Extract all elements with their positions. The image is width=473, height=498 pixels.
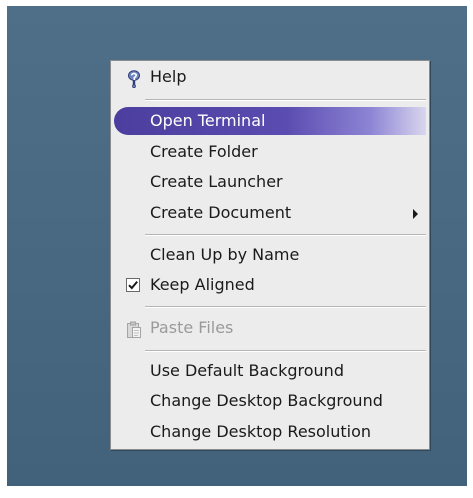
menu-item-create-launcher-label: Create Launcher <box>150 172 283 191</box>
checkbox-checked-icon[interactable] <box>126 277 142 293</box>
submenu-arrow-icon <box>413 209 418 219</box>
menu-item-use-default-background-label: Use Default Background <box>150 361 344 380</box>
menu-item-create-document[interactable]: Create Document <box>114 199 426 227</box>
menu-separator <box>145 99 426 101</box>
menu-item-help[interactable]: Help <box>114 63 426 91</box>
menu-item-create-folder-label: Create Folder <box>150 142 258 161</box>
paste-icon <box>126 320 142 338</box>
menu-item-paste-files-label: Paste Files <box>150 318 234 337</box>
menu-item-keep-aligned[interactable]: Keep Aligned <box>114 271 426 299</box>
menu-item-create-launcher[interactable]: Create Launcher <box>114 168 426 196</box>
menu-item-clean-up-by-name[interactable]: Clean Up by Name <box>114 241 426 269</box>
help-icon <box>126 69 142 89</box>
menu-item-change-desktop-background[interactable]: Change Desktop Background <box>114 387 426 415</box>
menu-item-change-desktop-background-label: Change Desktop Background <box>150 391 383 410</box>
menu-item-open-terminal[interactable]: Open Terminal <box>114 107 426 135</box>
menu-separator <box>145 350 426 352</box>
desktop-context-menu: Help Open Terminal Create Folder Create … <box>110 60 430 450</box>
menu-separator <box>145 234 426 236</box>
menu-item-help-label: Help <box>150 67 187 86</box>
menu-item-create-folder[interactable]: Create Folder <box>114 138 426 166</box>
menu-item-paste-files[interactable]: Paste Files <box>114 314 426 342</box>
menu-item-change-desktop-resolution[interactable]: Change Desktop Resolution <box>114 418 426 446</box>
menu-item-clean-up-label: Clean Up by Name <box>150 245 300 264</box>
menu-item-keep-aligned-label: Keep Aligned <box>150 275 255 294</box>
menu-item-create-document-label: Create Document <box>150 203 292 222</box>
menu-separator <box>145 306 426 308</box>
menu-item-use-default-background[interactable]: Use Default Background <box>114 357 426 385</box>
menu-item-change-desktop-resolution-label: Change Desktop Resolution <box>150 422 372 441</box>
menu-item-open-terminal-label: Open Terminal <box>150 111 266 130</box>
